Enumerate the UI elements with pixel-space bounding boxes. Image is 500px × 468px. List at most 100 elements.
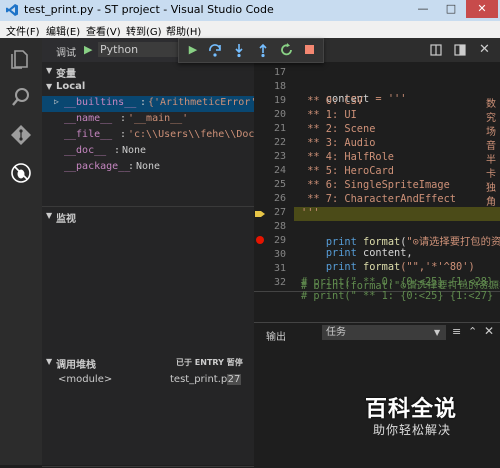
- search-icon[interactable]: [8, 84, 34, 110]
- output-label: 输出: [266, 332, 286, 343]
- code-line: ** 0: CSV: [301, 95, 363, 107]
- code-line: ** 2: Scene: [301, 123, 376, 135]
- files-icon[interactable]: [8, 46, 34, 72]
- frame-line: 27: [227, 374, 241, 385]
- code-editor[interactable]: 17 18 19 20 21 22 23 24 25 26 27 28 29 3…: [254, 62, 500, 289]
- code-line: ** 3: Audio: [301, 137, 376, 149]
- code-overflow-text: 角: [486, 197, 496, 208]
- variable-name: __name__: [64, 113, 113, 124]
- variable-value: None: [122, 145, 147, 156]
- watermark: 百科全说 助你轻松解决: [363, 391, 473, 441]
- window-title: test_print.py - ST project - Visual Stud…: [24, 3, 274, 16]
- variables-section-header[interactable]: ▼ 变量: [42, 64, 254, 80]
- line-number: 22: [273, 137, 286, 148]
- variable-name: __doc__: [64, 145, 107, 156]
- variable-row[interactable]: ▷ __builtins__ : {'ArithmeticError': <…: [42, 96, 254, 112]
- watermark-title: 百科全说: [365, 397, 458, 422]
- step-into-icon[interactable]: [231, 42, 247, 58]
- code-line: ** 1: UI: [301, 109, 357, 121]
- current-line-highlight: [294, 207, 500, 221]
- menu-help[interactable]: 帮助(H): [166, 23, 201, 38]
- line-number: 31: [273, 263, 286, 274]
- line-number: 25: [273, 179, 286, 190]
- menu-file[interactable]: 文件(F): [6, 23, 40, 38]
- chevron-down-icon: ▼: [46, 66, 53, 75]
- stop-icon[interactable]: [301, 42, 317, 58]
- frame-name: <module>: [58, 374, 113, 385]
- variable-name: __package__: [64, 161, 131, 172]
- menu-goto[interactable]: 转到(G): [126, 23, 162, 38]
- title-bar: test_print.py - ST project - Visual Stud…: [0, 0, 500, 22]
- close-panel-icon[interactable]: ✕: [484, 324, 494, 338]
- paused-arrow-icon: [255, 211, 265, 217]
- callstack-status: 已于 ENTRY 暂停: [176, 358, 243, 367]
- vscode-logo-icon: [6, 4, 18, 16]
- debug-label: 调试: [56, 48, 76, 59]
- chevron-down-icon: ▼: [46, 211, 53, 220]
- line-number: 20: [273, 109, 286, 120]
- task-select[interactable]: 任务 ▼: [322, 325, 446, 340]
- code-line: ** 6: SingleSpriteImage: [301, 179, 450, 191]
- line-number: 24: [273, 165, 286, 176]
- breakpoint-icon[interactable]: [255, 235, 265, 245]
- clear-output-icon[interactable]: ≡: [452, 325, 461, 338]
- chevron-down-icon: ▼: [46, 82, 53, 91]
- variable-value: 'c:\\Users\\fehe\\Documen…: [128, 129, 254, 140]
- activity-bar: [0, 38, 42, 465]
- continue-icon[interactable]: ▶: [185, 42, 201, 58]
- open-preview-icon[interactable]: [454, 44, 466, 56]
- code-overflow-text: 卡: [486, 169, 496, 180]
- variable-row[interactable]: __doc__ : None: [42, 144, 254, 160]
- line-number: 30: [273, 249, 286, 260]
- code-overflow-text: 究: [486, 113, 496, 124]
- callstack-section-header[interactable]: ▼ 调用堆栈 已于 ENTRY 暂停: [42, 355, 254, 371]
- chevron-down-icon: ▼: [434, 328, 441, 337]
- menu-bar: 文件(F) 编辑(E) 查看(V) 转到(G) 帮助(H): [0, 21, 500, 38]
- close-editor-icon[interactable]: ✕: [479, 42, 490, 57]
- frame-file: test_print.py: [170, 374, 234, 385]
- minimize-button[interactable]: —: [410, 0, 436, 18]
- chevron-right-icon: ▷: [54, 97, 59, 106]
- divider: [42, 206, 254, 207]
- variable-value: None: [136, 161, 161, 172]
- restart-icon[interactable]: [279, 42, 295, 58]
- variable-value: '__main__': [128, 113, 189, 124]
- code-line: ** 4: HalfRole: [301, 151, 394, 163]
- maximize-panel-icon[interactable]: ⌃: [468, 325, 477, 338]
- variable-name: __file__: [64, 129, 113, 140]
- variable-row[interactable]: __file__ : 'c:\\Users\\fehe\\Documen…: [42, 128, 254, 144]
- debug-sidebar: 调试 ▶ Python ▼ 变量 ▼ Local ▷ __builtins__ …: [42, 38, 254, 467]
- maximize-button[interactable]: □: [438, 0, 464, 18]
- line-number: 28: [273, 221, 286, 232]
- code-comment: # print(" ** 1: {0:<25} {1:<27} {2: [301, 290, 500, 302]
- code-overflow-text: 独: [486, 183, 496, 194]
- variable-row[interactable]: __package__ : None: [42, 160, 254, 176]
- start-debug-icon[interactable]: ▶: [84, 43, 92, 56]
- watch-section-header[interactable]: ▼ 监视: [42, 209, 254, 225]
- debug-icon[interactable]: [8, 160, 34, 186]
- code-overflow-text: 半: [486, 155, 496, 166]
- debug-config-select[interactable]: Python: [98, 42, 180, 57]
- scope-local[interactable]: ▼ Local: [42, 80, 254, 96]
- step-out-icon[interactable]: [255, 42, 271, 58]
- step-over-icon[interactable]: [207, 42, 223, 58]
- variable-value: {'ArithmeticError': <…: [148, 97, 254, 108]
- code-string: = ''': [369, 93, 407, 105]
- line-number: 26: [273, 193, 286, 204]
- menu-edit[interactable]: 编辑(E): [46, 23, 80, 38]
- code-line: ''': [301, 207, 320, 219]
- split-editor-icon[interactable]: [430, 44, 442, 56]
- git-icon[interactable]: [8, 122, 34, 148]
- close-window-button[interactable]: ✕: [466, 0, 498, 18]
- bottom-panel: # print(" ** 0: {0:<25} {1:<28} {2 # pri…: [254, 276, 500, 468]
- code-overflow-text: 场: [486, 127, 496, 138]
- code-comment: # print(" ** 0: {0:<25} {1:<28} {2: [301, 276, 500, 288]
- callstack-frame[interactable]: <module> test_print.py 27: [42, 373, 254, 389]
- code-overflow-text: 数: [486, 99, 496, 110]
- line-number: 17: [273, 67, 286, 78]
- code-line: ** 7: CharacterAndEffect: [301, 193, 456, 205]
- menu-view[interactable]: 查看(V): [86, 23, 121, 38]
- variable-name: __builtins__: [64, 97, 137, 108]
- variable-row[interactable]: __name__ : '__main__': [42, 112, 254, 128]
- chevron-down-icon: ▼: [46, 357, 53, 366]
